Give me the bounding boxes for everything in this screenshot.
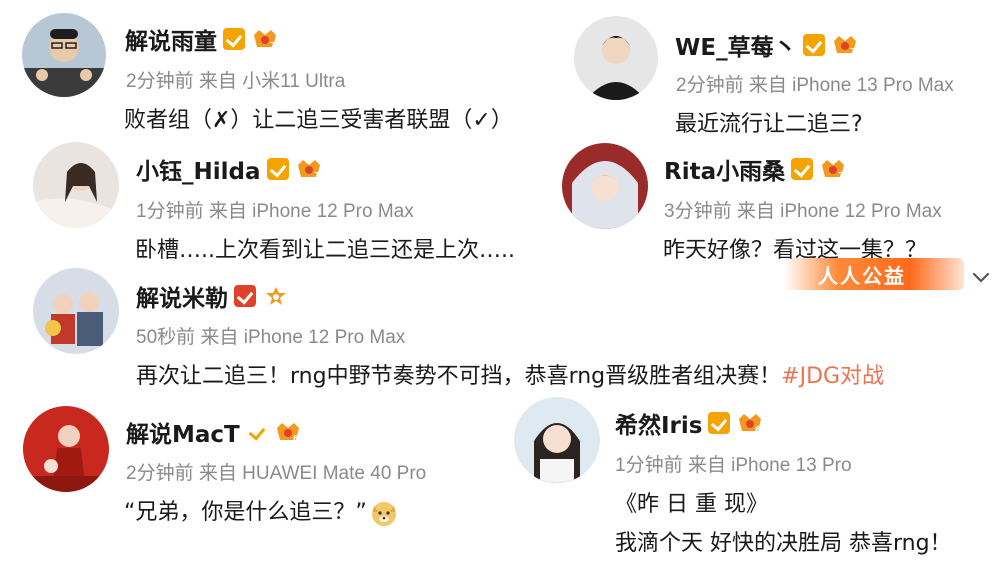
verified-icon bbox=[266, 158, 289, 180]
post-device: iPhone 13 Pro Max bbox=[792, 75, 954, 96]
avatar[interactable] bbox=[22, 13, 106, 97]
vip-rank-icon: 7 bbox=[295, 157, 323, 181]
post-time[interactable]: 1分钟前 bbox=[615, 455, 683, 476]
vip-rank-icon: 6 bbox=[736, 411, 764, 435]
svg-text:7: 7 bbox=[838, 171, 844, 180]
post-from: 来自 bbox=[748, 75, 787, 96]
post-from: 来自 bbox=[687, 455, 726, 476]
post-time[interactable]: 2分钟前 bbox=[126, 71, 194, 92]
post-meta: 3分钟前 来自 iPhone 12 Pro Max bbox=[664, 196, 942, 223]
post-from: 来自 bbox=[198, 463, 237, 484]
post-meta: 2分钟前 来自 小米11 Ultra bbox=[126, 66, 345, 93]
avatar[interactable] bbox=[574, 16, 658, 100]
post-text: “兄弟，你是什么追三？” bbox=[124, 494, 399, 528]
post-device: 小米11 Ultra bbox=[242, 71, 346, 92]
vip-rank-icon: 7 bbox=[831, 33, 859, 57]
username[interactable]: 解说米勒 bbox=[136, 279, 290, 313]
doge-emoji-icon bbox=[369, 498, 399, 528]
post-text: 《昨 日 重 现》 bbox=[615, 492, 768, 517]
username[interactable]: 希然Iris 6 bbox=[615, 406, 764, 440]
username-text[interactable]: 解说雨童 bbox=[125, 22, 217, 56]
post-device: HUAWEI Mate 40 Pro bbox=[242, 463, 427, 484]
svg-text:7: 7 bbox=[270, 41, 276, 50]
post-time[interactable]: 50秒前 bbox=[136, 327, 195, 348]
post-meta: 2分钟前 来自 iPhone 13 Pro Max bbox=[676, 70, 954, 97]
verified-icon bbox=[234, 285, 256, 307]
avatar[interactable] bbox=[514, 397, 600, 483]
post-device: iPhone 13 Pro bbox=[731, 455, 852, 476]
chevron-down-icon[interactable] bbox=[970, 266, 992, 288]
post-time[interactable]: 3分钟前 bbox=[664, 201, 732, 222]
username[interactable]: 解说MacT 6 bbox=[126, 415, 302, 449]
username-text[interactable]: 解说米勒 bbox=[136, 279, 228, 313]
post-meta: 1分钟前 来自 iPhone 12 Pro Max bbox=[136, 196, 414, 223]
username-text[interactable]: Rita小雨桑 bbox=[664, 152, 785, 186]
post-from: 来自 bbox=[736, 201, 775, 222]
verified-icon bbox=[708, 412, 731, 434]
post-device: iPhone 12 Pro Max bbox=[780, 201, 942, 222]
avatar[interactable] bbox=[33, 142, 119, 228]
vip-rank-icon: 7 bbox=[251, 27, 279, 51]
post-meta: 2分钟前 来自 HUAWEI Mate 40 Pro bbox=[126, 458, 426, 485]
svg-text:6: 6 bbox=[755, 425, 761, 434]
username-text[interactable]: 小钰_Hilda bbox=[136, 152, 261, 186]
vip-rank-icon: 7 bbox=[819, 157, 847, 181]
svg-text:7: 7 bbox=[850, 47, 856, 56]
post-text: 败者组（✗）让二追三受害者联盟（✓） bbox=[124, 108, 513, 133]
avatar[interactable] bbox=[23, 406, 109, 492]
username[interactable]: WE_草莓丶 7 bbox=[675, 28, 859, 62]
username[interactable]: Rita小雨桑 7 bbox=[664, 152, 847, 186]
avatar[interactable] bbox=[33, 268, 119, 354]
post-meta: 1分钟前 来自 iPhone 13 Pro bbox=[615, 450, 852, 477]
post-meta: 50秒前 来自 iPhone 12 Pro Max bbox=[136, 322, 405, 349]
verified-icon bbox=[223, 28, 245, 50]
username-text[interactable]: WE_草莓丶 bbox=[675, 28, 797, 62]
username[interactable]: 解说雨童 7 bbox=[125, 22, 279, 56]
post-device: iPhone 12 Pro Max bbox=[252, 201, 414, 222]
post-text-line2: 我滴个天 好快的决胜局 恭喜rng！ bbox=[615, 531, 952, 556]
post-time[interactable]: 2分钟前 bbox=[676, 75, 744, 96]
post-text: 再次让二追三！rng中野节奏势不可挡，恭喜rng晋级胜者组决赛！#JDG对战 bbox=[136, 358, 884, 390]
post-text: 最近流行让二追三? bbox=[675, 112, 863, 137]
charity-banner[interactable]: 人人公益 bbox=[784, 258, 964, 290]
verified-icon bbox=[802, 34, 825, 56]
post-from: 来自 bbox=[200, 327, 239, 348]
username[interactable]: 小钰_Hilda 7 bbox=[136, 152, 323, 186]
verified-icon bbox=[791, 158, 814, 180]
avatar[interactable] bbox=[562, 143, 648, 229]
username-text[interactable]: 希然Iris bbox=[615, 406, 702, 440]
username-text[interactable]: 解说MacT bbox=[126, 415, 240, 449]
svg-text:7: 7 bbox=[314, 171, 320, 180]
post-text-body: “兄弟，你是什么追三？” bbox=[124, 500, 367, 525]
post-from: 来自 bbox=[208, 201, 247, 222]
post-device: iPhone 12 Pro Max bbox=[243, 327, 406, 348]
vip-rank-icon bbox=[262, 284, 290, 308]
svg-text:6: 6 bbox=[293, 434, 299, 443]
charity-banner-label: 人人公益 bbox=[818, 264, 906, 288]
verified-icon bbox=[246, 421, 268, 443]
post-text-body: 再次让二追三！rng中野节奏势不可挡，恭喜rng晋级胜者组决赛！ bbox=[136, 364, 782, 389]
post-from: 来自 bbox=[198, 71, 237, 92]
post-time[interactable]: 2分钟前 bbox=[126, 463, 194, 484]
hashtag-link[interactable]: #JDG对战 bbox=[781, 364, 884, 389]
post-time[interactable]: 1分钟前 bbox=[136, 201, 204, 222]
vip-rank-icon: 6 bbox=[274, 420, 302, 444]
post-text: 卧槽…..上次看到让二追三还是上次….. bbox=[135, 238, 515, 263]
